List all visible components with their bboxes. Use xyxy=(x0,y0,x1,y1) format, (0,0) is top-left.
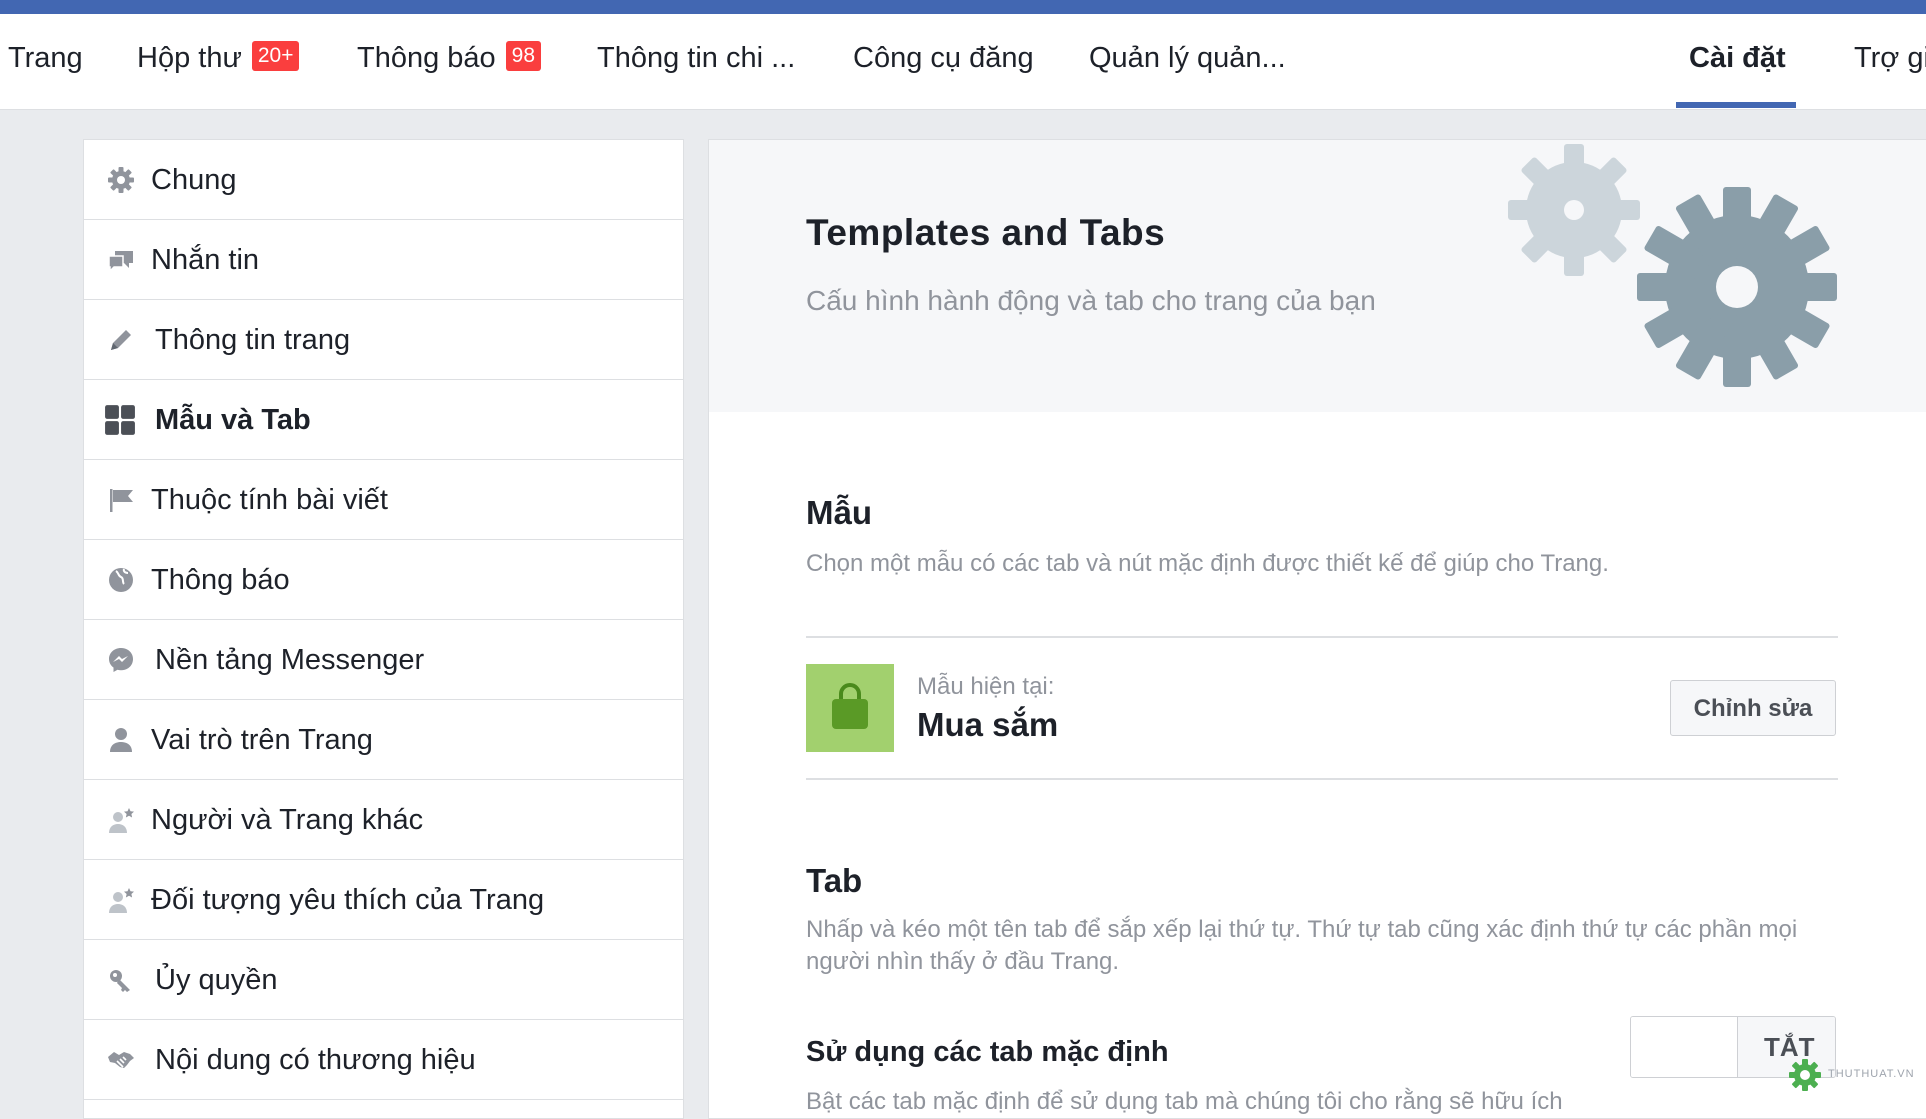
sidebar-item-page-roles[interactable]: Vai trò trên Trang xyxy=(84,700,683,780)
nav-tab-label: Hộp thư xyxy=(137,42,242,74)
gear-icon xyxy=(108,167,134,193)
sidebar-item-label: Thông báo xyxy=(151,564,290,596)
sidebar-item-label: Nhắn tin xyxy=(151,244,260,276)
sidebar-item-label: Ủy quyền xyxy=(155,964,278,996)
default-tabs-description: Bật các tab mặc định để sử dụng tab mà c… xyxy=(806,1088,1563,1115)
sidebar-item-label: Chung xyxy=(151,164,237,196)
sidebar-item-authorizations[interactable]: Ủy quyền xyxy=(84,940,683,1020)
sidebar-item-messaging[interactable]: Nhắn tin xyxy=(84,220,683,300)
nav-tab-inbox[interactable]: Hộp thư 20+ xyxy=(137,14,300,110)
sidebar-item-page-info[interactable]: Thông tin trang xyxy=(84,300,683,380)
page-subtitle: Cấu hình hành động và tab cho trang của … xyxy=(806,285,1376,316)
key-icon xyxy=(110,970,130,992)
watermark-logo-icon xyxy=(1789,1059,1821,1091)
templates-section-title: Mẫu xyxy=(806,494,872,531)
person-icon xyxy=(110,728,132,752)
sidebar-item-label: Vai trò trên Trang xyxy=(151,724,373,756)
nav-tab-ad-center[interactable]: Quản lý quản... xyxy=(1089,14,1286,110)
person-star-icon xyxy=(109,888,134,913)
toggle-on-segment[interactable] xyxy=(1631,1017,1738,1077)
templates-section-description: Chọn một mẫu có các tab và nút mặc định … xyxy=(806,550,1609,577)
default-tabs-title: Sử dụng các tab mặc định xyxy=(806,1036,1169,1068)
sidebar-item-branded-content[interactable]: Nội dung có thương hiệu xyxy=(84,1020,683,1100)
top-brand-strip xyxy=(0,0,1926,14)
sidebar-item-label: Mẫu và Tab xyxy=(155,404,311,436)
messenger-icon xyxy=(109,648,133,672)
nav-tab-label: Quản lý quản... xyxy=(1089,42,1286,74)
edit-template-button[interactable]: Chỉnh sửa xyxy=(1670,680,1836,736)
nav-tab-page[interactable]: Trang xyxy=(8,14,83,110)
nav-tab-label: Thông báo xyxy=(357,42,496,74)
header-banner: Templates and Tabs Cấu hình hành động và… xyxy=(709,140,1926,412)
active-tab-underline xyxy=(1676,102,1796,108)
notifications-count-badge: 98 xyxy=(505,41,542,72)
nav-tab-label: Công cụ đăng xyxy=(853,42,1034,74)
nav-tab-label: Cài đặt xyxy=(1689,42,1786,74)
handshake-icon xyxy=(108,1052,134,1068)
pencil-icon xyxy=(111,330,131,350)
templates-tabs-panel: Templates and Tabs Cấu hình hành động và… xyxy=(708,139,1926,1119)
nav-tab-label: Trợ gi xyxy=(1854,42,1926,74)
shopping-bag-icon xyxy=(832,683,868,729)
current-template-thumbnail xyxy=(806,664,894,752)
sidebar-item-label: Nền tảng Messenger xyxy=(155,644,425,676)
nav-tab-insights[interactable]: Thông tin chi ... xyxy=(597,14,795,110)
nav-tab-notifications[interactable]: Thông báo 98 xyxy=(357,14,542,110)
page-nav-bar: Trang Hộp thư 20+ Thông báo 98 Thông tin c… xyxy=(0,14,1926,110)
flag-icon xyxy=(110,489,133,512)
gear-illustration-small xyxy=(1508,144,1640,276)
sidebar-item-templates-tabs[interactable]: Mẫu và Tab xyxy=(84,380,683,460)
settings-sidebar: Chung Nhắn tin Thông tin trang Mẫu và Ta… xyxy=(83,139,684,1119)
current-template-caption: Mẫu hiện tại: xyxy=(917,673,1055,700)
chat-bubbles-icon xyxy=(108,251,133,273)
sidebar-item-messenger-platform[interactable]: Nền tảng Messenger xyxy=(84,620,683,700)
sidebar-item-label: Nội dung có thương hiệu xyxy=(155,1044,476,1076)
sidebar-item-label: Thuộc tính bài viết xyxy=(151,484,388,516)
sidebar-item-preferred-audience[interactable]: Đối tượng yêu thích của Trang xyxy=(84,860,683,940)
sidebar-item-post-attribution[interactable]: Thuộc tính bài viết xyxy=(84,460,683,540)
tabs-section-title: Tab xyxy=(806,862,863,899)
sidebar-item-label: Người và Trang khác xyxy=(151,804,424,836)
tabs-section-description: Nhấp và kéo một tên tab để sắp xếp lại t… xyxy=(806,916,1798,975)
nav-tab-help[interactable]: Trợ gi xyxy=(1854,14,1926,110)
sidebar-item-notifications[interactable]: Thông báo xyxy=(84,540,683,620)
divider xyxy=(806,778,1838,780)
grid-icon xyxy=(105,405,135,435)
page-title: Templates and Tabs xyxy=(806,212,1166,253)
current-template-name: Mua sắm xyxy=(917,706,1059,743)
gear-illustration-large xyxy=(1637,187,1837,387)
globe-icon xyxy=(109,568,133,592)
nav-tab-label: Trang xyxy=(8,42,83,74)
nav-tab-settings[interactable]: Cài đặt xyxy=(1689,14,1786,110)
sidebar-item-label: Thông tin trang xyxy=(155,324,351,356)
nav-tab-label: Thông tin chi ... xyxy=(597,42,796,74)
watermark-text: THUTHUAT.VN xyxy=(1828,1068,1915,1080)
inbox-count-badge: 20+ xyxy=(251,41,300,72)
divider xyxy=(806,636,1838,638)
sidebar-item-label: Đối tượng yêu thích của Trang xyxy=(151,884,545,916)
person-star-icon xyxy=(109,808,134,833)
sidebar-item-people-other-pages[interactable]: Người và Trang khác xyxy=(84,780,683,860)
nav-tab-publishing-tools[interactable]: Công cụ đăng xyxy=(853,14,1034,110)
sidebar-item-general[interactable]: Chung xyxy=(84,140,683,220)
